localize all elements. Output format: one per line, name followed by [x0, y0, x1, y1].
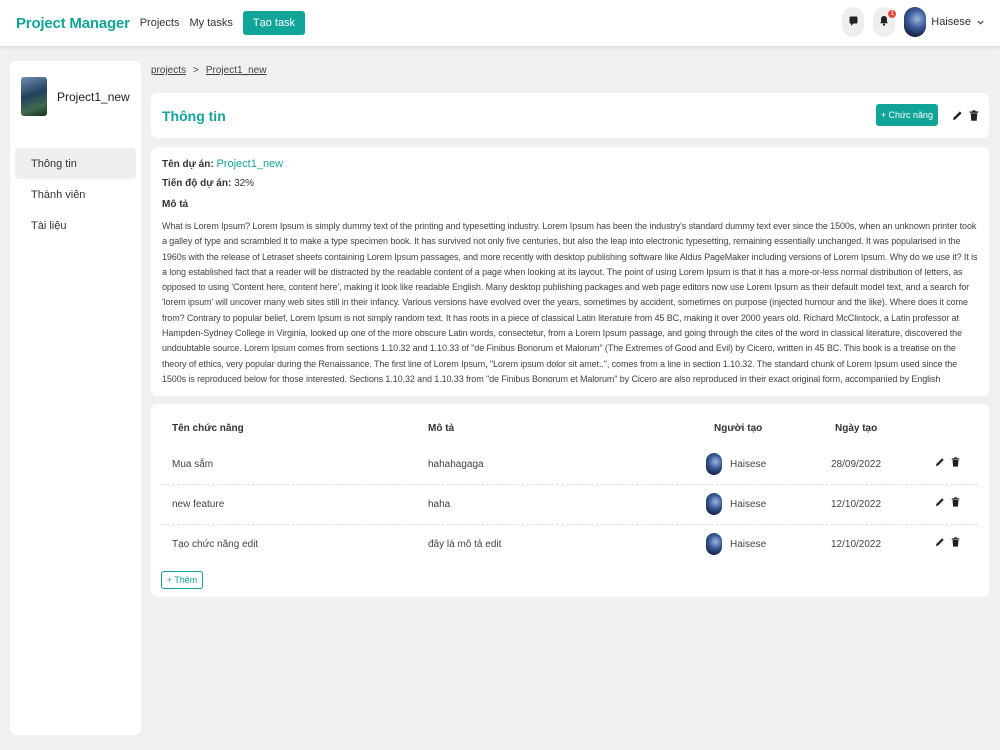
breadcrumb-link-projects[interactable]: projects [151, 65, 186, 76]
column-header-date: Ngày tạo [835, 423, 878, 434]
avatar [706, 533, 722, 555]
chevron-down-icon[interactable] [977, 18, 984, 27]
column-header-description: Mô tả [428, 423, 455, 434]
user-avatar[interactable] [904, 7, 927, 37]
feature-description: đây là mô tả edit [428, 539, 502, 550]
feature-date: 28/09/2022 [831, 459, 882, 470]
pencil-icon[interactable] [952, 110, 963, 121]
project-thumbnail [21, 77, 47, 116]
feature-name: new feature [172, 499, 225, 510]
create-task-button[interactable]: Tạo task [242, 11, 306, 35]
trash-icon[interactable] [951, 537, 960, 547]
sidebar: Project1_new Thông tin Thành viên Tài li… [10, 61, 141, 735]
avatar [706, 453, 722, 475]
add-feature-button[interactable]: + Chức năng [875, 104, 938, 126]
notification-button[interactable]: 1 [873, 7, 897, 37]
project-name-row: Tên dự án: Project1_new [162, 158, 978, 170]
page-title: Thông tin [162, 107, 226, 124]
pencil-icon[interactable] [935, 457, 945, 467]
project-info-card: Tên dự án: Project1_new Tiến độ dự án: 3… [151, 147, 989, 396]
navbar-user-area: 1 Haisese [842, 7, 984, 37]
nav-link-my-tasks[interactable]: My tasks [189, 17, 232, 29]
feature-date: 12/10/2022 [831, 539, 882, 550]
notification-badge: 1 [888, 10, 897, 18]
table-row: Tạo chức năng edit đây là mô tả edit Hai… [162, 525, 978, 565]
sidebar-project-name: Project1_new [57, 89, 130, 104]
feature-name: Tạo chức năng edit [172, 539, 259, 550]
table-row: new feature haha Haisese 12/10/2022 [162, 485, 978, 525]
section-header-card: Thông tin + Chức năng [151, 93, 989, 138]
trash-icon[interactable] [969, 109, 979, 121]
description-text: What is Lorem Ipsum? Lorem Ipsum is simp… [162, 221, 978, 384]
feature-date: 12/10/2022 [831, 499, 882, 510]
project-name-label: Tên dự án: [162, 159, 214, 170]
row-actions [929, 497, 960, 507]
trash-icon[interactable] [951, 457, 960, 467]
column-header-name: Tên chức năng [172, 423, 244, 434]
feature-creator: Haisese [730, 459, 767, 470]
table-row: Mua sắm hahahagaga Haisese 28/09/2022 [162, 445, 978, 485]
brand-logo[interactable]: Project Manager [16, 15, 130, 32]
top-navbar: Project Manager Projects My tasks Tạo ta… [0, 0, 1000, 46]
features-table-card: Tên chức năng Mô tả Người tạo Ngày tạo M… [151, 404, 989, 597]
chat-button[interactable] [842, 7, 865, 37]
row-actions [929, 537, 960, 547]
sidebar-item-thanh-vien[interactable]: Thành viên [15, 179, 136, 210]
column-header-creator: Người tạo [714, 423, 763, 434]
add-row-button[interactable]: + Thêm [161, 571, 203, 589]
trash-icon[interactable] [951, 497, 960, 507]
feature-creator: Haisese [730, 539, 767, 550]
row-actions [929, 457, 960, 467]
project-name-value: Project1_new [216, 158, 284, 170]
pencil-icon[interactable] [935, 537, 945, 547]
feature-description: haha [428, 499, 451, 510]
sidebar-project-header: Project1_new [10, 61, 141, 116]
breadcrumb: projects > Project1_new [151, 65, 266, 76]
feature-creator: Haisese [730, 499, 767, 510]
feature-name: Mua sắm [172, 459, 214, 470]
avatar [706, 493, 722, 515]
sidebar-item-tai-lieu[interactable]: Tài liệu [15, 210, 136, 241]
project-progress-value: 32% [234, 178, 255, 189]
breadcrumb-separator: > [193, 65, 199, 76]
description-label: Mô tả [162, 199, 189, 210]
nav-link-projects[interactable]: Projects [140, 17, 180, 29]
chat-icon [849, 15, 858, 29]
sidebar-item-thong-tin[interactable]: Thông tin [15, 148, 136, 179]
sidebar-menu: Thông tin Thành viên Tài liệu [10, 148, 141, 241]
pencil-icon[interactable] [935, 497, 945, 507]
bell-icon [879, 15, 889, 29]
project-progress-row: Tiến độ dự án: 32% [162, 178, 978, 189]
user-name[interactable]: Haisese [931, 16, 971, 28]
feature-description: hahahagaga [428, 459, 484, 470]
header-actions: + Chức năng [875, 104, 979, 126]
project-progress-label: Tiến độ dự án: [162, 178, 232, 189]
breadcrumb-link-project[interactable]: Project1_new [206, 65, 267, 76]
